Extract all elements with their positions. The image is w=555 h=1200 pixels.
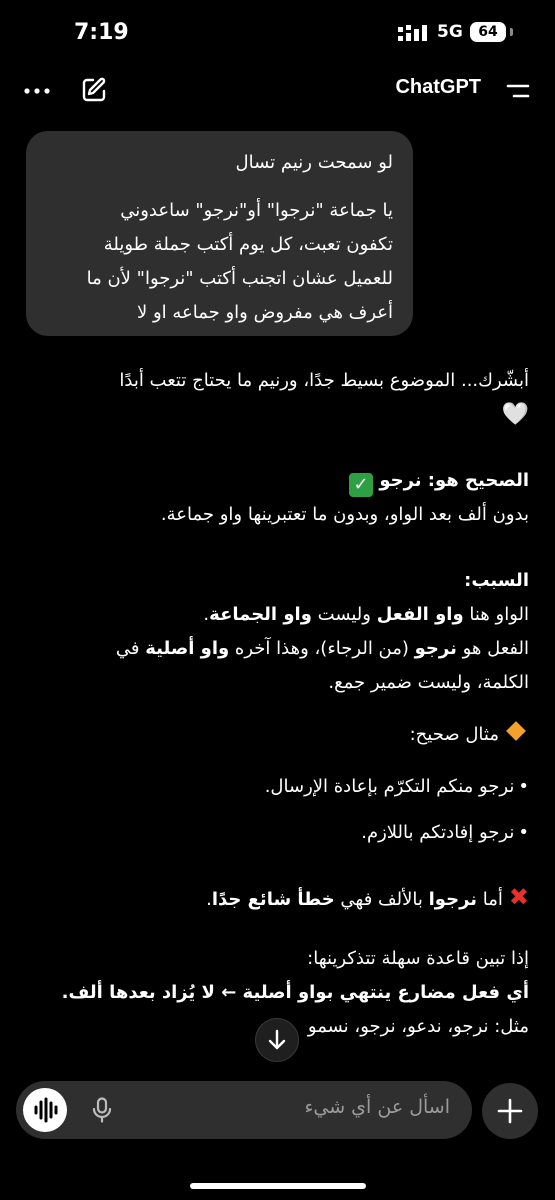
reason-line-1: الواو هنا واو الفعل وليست واو الجماعة. <box>203 604 529 625</box>
example-title: مثال صحيح: <box>409 724 499 745</box>
microphone-icon[interactable] <box>91 1097 113 1123</box>
reason-line-2: الفعل هو نرجو (من الرجاء)، وهذا آخره واو… <box>115 638 529 659</box>
page-title[interactable]: ChatGPT <box>395 76 481 99</box>
intro-text: أبشّرك... الموضوع بسيط جدًا، ورنيم ما يح… <box>119 370 529 391</box>
scroll-down-button[interactable] <box>255 1018 299 1062</box>
message-composer[interactable]: اسأل عن أي شيء <box>16 1081 472 1139</box>
user-message-line: يا جماعة "نرجوا" أو"نرجو" ساعدوني <box>120 200 393 221</box>
cross-icon: ✖ <box>508 883 529 911</box>
correct-heading: الصحيح هو: نرجو <box>379 470 529 491</box>
clock: 7:19 <box>74 20 129 45</box>
user-message-bubble: لو سمحت رنيم تسال يا جماعة "نرجوا" أو"نر… <box>26 131 413 336</box>
correct-answer: الصحيح هو: نرجو ✓ بدون ألف بعد الواو، وب… <box>26 464 529 532</box>
menu-icon[interactable] <box>505 78 531 104</box>
user-message-line: أعرف هي مفروض واو جماعه او لا <box>136 302 393 323</box>
message-input[interactable]: اسأل عن أي شيء <box>304 1096 450 1118</box>
voice-mode-button[interactable] <box>23 1088 67 1132</box>
orange-diamond-icon <box>506 721 526 741</box>
status-bar: 7:19 5G 64 <box>0 0 555 64</box>
add-attachment-button[interactable] <box>482 1083 538 1139</box>
arrow-down-icon <box>268 1029 286 1050</box>
example-heading: مثال صحيح: <box>26 718 529 752</box>
battery-icon: 64 <box>470 22 506 42</box>
home-indicator <box>190 1183 366 1189</box>
reason-title: السبب: <box>464 570 529 591</box>
new-chat-icon[interactable] <box>80 76 108 104</box>
user-message-line: لو سمحت رنيم تسال <box>235 152 393 173</box>
waveform-icon <box>34 1097 58 1123</box>
more-icon[interactable] <box>24 78 50 104</box>
wrong-usage: ✖أما نرجوا بالألف فهي خطأ شائع جدًا. <box>206 883 529 911</box>
list-item: •نرجو إفادتكم باللازم. <box>361 822 529 843</box>
reason-line-3: الكلمة، وليست ضمير جمع. <box>328 672 529 693</box>
user-message-line: للعميل عشان اتجنب أكتب "نرجوا" لأن ما <box>86 268 393 289</box>
rule-intro: إذا تبين قاعدة سهلة تتذكرينها: <box>307 948 529 969</box>
plus-icon <box>497 1098 523 1124</box>
signal-icon <box>398 25 427 41</box>
rule-text: أي فعل مضارع ينتهي بواو أصلية ← لا يُزاد… <box>61 982 529 1003</box>
heart-icon: 🤍 <box>501 402 529 427</box>
user-message-line: تكفون تعبت، كل يوم أكتب جملة طويلة <box>103 234 393 255</box>
assistant-intro: أبشّرك... الموضوع بسيط جدًا، ورنيم ما يح… <box>26 364 529 433</box>
list-item: •نرجو منكم التكرّم بإعادة الإرسال. <box>264 776 529 797</box>
reason-section: السبب: الواو هنا واو الفعل وليست واو الج… <box>26 564 529 700</box>
network-type: 5G <box>437 22 463 42</box>
correct-note: بدون ألف بعد الواو، وبدون ما تعتبرينها و… <box>160 504 529 525</box>
battery-tip <box>510 28 513 36</box>
app-header: ChatGPT <box>0 64 555 116</box>
check-icon: ✓ <box>349 473 374 497</box>
